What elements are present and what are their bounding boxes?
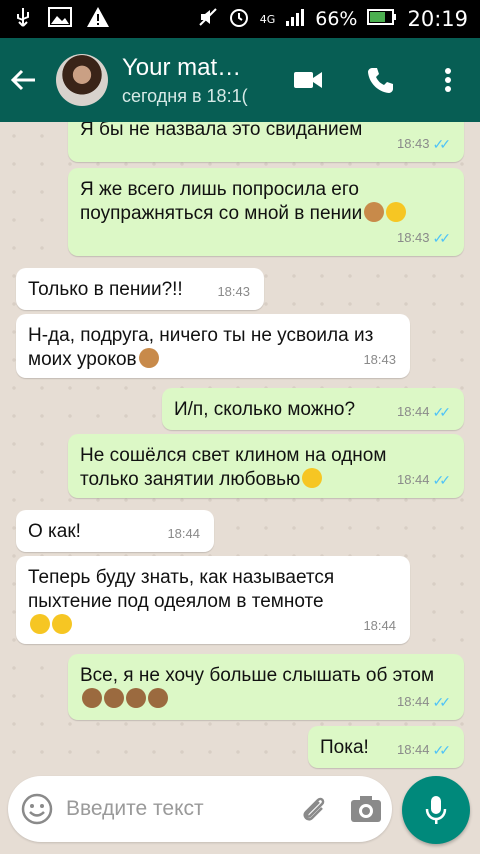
- message-time: 18:44: [363, 618, 396, 633]
- camera-icon: [351, 796, 381, 822]
- message-time: 18:43: [396, 136, 430, 151]
- message-outgoing[interactable]: И/п, сколько можно? 18:44 ✓✓: [162, 388, 464, 430]
- message-time: 18:43: [217, 284, 250, 299]
- camera-button[interactable]: [340, 776, 392, 842]
- message-incoming[interactable]: Только в пении?!! 18:43: [16, 268, 264, 310]
- usb-icon: [12, 6, 34, 32]
- signal-icon: [285, 7, 305, 32]
- message-text: Не сошёлся свет клином на одном только з…: [80, 445, 387, 490]
- back-button[interactable]: [0, 38, 46, 122]
- message-outgoing[interactable]: Не сошёлся свет клином на одном только з…: [68, 434, 464, 498]
- chat-header: Your mat… сегодня в 18:1(: [0, 38, 480, 122]
- message-time: 18:44: [167, 526, 200, 541]
- read-ticks-icon: ✓✓: [432, 230, 452, 246]
- message-outgoing[interactable]: Я же всего лишь попросила его поупражнят…: [68, 168, 464, 256]
- paperclip-icon: [303, 797, 325, 821]
- network-type: 4G: [259, 12, 276, 26]
- message-text: Я же всего лишь попросила его поупражнят…: [80, 179, 363, 224]
- menu-button[interactable]: [416, 38, 480, 122]
- message-text: Я бы не назвала это свиданием: [80, 122, 363, 140]
- read-ticks-icon: ✓✓: [432, 136, 452, 152]
- read-ticks-icon: ✓✓: [432, 694, 452, 710]
- phone-icon: [368, 68, 393, 93]
- mute-icon: [198, 7, 218, 32]
- message-text: Теперь буду знать, как называется пыхтен…: [28, 567, 335, 612]
- battery-icon: [367, 8, 397, 31]
- wink-tongue-emoji-icon: [52, 614, 72, 634]
- message-time: 18:43: [363, 352, 396, 367]
- battery-percent: 66%: [315, 8, 358, 30]
- status-bar: 4G 66% 20:19: [0, 0, 480, 38]
- message-time: 18:44: [396, 694, 430, 709]
- message-outgoing[interactable]: Пока! 18:44 ✓✓: [308, 726, 464, 768]
- image-icon: [48, 7, 72, 31]
- arrow-left-icon: [10, 69, 35, 91]
- voice-call-button[interactable]: [344, 38, 416, 122]
- grin-emoji-icon: [30, 614, 50, 634]
- read-ticks-icon: ✓✓: [432, 404, 452, 420]
- message-time: 18:44: [396, 404, 430, 419]
- blush-emoji-icon: [386, 202, 407, 222]
- message-outgoing[interactable]: Я бы не назвала это свиданием 18:43 ✓✓: [68, 122, 464, 162]
- see-no-evil-monkey-icon: [126, 688, 146, 708]
- more-vert-icon: [445, 68, 451, 92]
- message-text: Н-да, подруга, ничего ты не усвоила из м…: [28, 325, 374, 370]
- message-time: 18:43: [396, 230, 430, 245]
- message-text: И/п, сколько можно?: [174, 399, 356, 420]
- video-call-button[interactable]: [272, 38, 344, 122]
- message-text: Пока!: [320, 737, 369, 758]
- alarm-icon: [228, 6, 250, 33]
- message-outgoing[interactable]: Все, я не хочу больше слышать об этом 18…: [68, 654, 464, 720]
- message-time: 18:44: [396, 742, 430, 757]
- see-no-evil-monkey-icon: [82, 688, 102, 708]
- emoji-button[interactable]: [8, 776, 66, 842]
- message-list[interactable]: Я бы не назвала это свиданием 18:43 ✓✓ Я …: [0, 122, 480, 772]
- message-incoming[interactable]: Н-да, подруга, ничего ты не усвоила из м…: [16, 314, 410, 378]
- video-camera-icon: [294, 72, 322, 88]
- microphone-icon: [425, 796, 447, 824]
- warning-icon: [86, 6, 110, 32]
- shrug-emoji-icon: [364, 202, 385, 222]
- contact-name: Your mat…: [122, 53, 242, 81]
- message-input[interactable]: Введите текст: [66, 797, 288, 821]
- message-incoming[interactable]: Теперь буду знать, как называется пыхтен…: [16, 556, 410, 644]
- message-text: Только в пении?!!: [28, 279, 183, 300]
- message-text: О как!: [28, 521, 81, 542]
- read-ticks-icon: ✓✓: [432, 472, 452, 488]
- message-text: Все, я не хочу больше слышать об этом: [80, 665, 435, 686]
- contact-info[interactable]: Your mat… сегодня в 18:1(: [122, 54, 262, 107]
- smiley-icon: [21, 793, 53, 825]
- last-seen: сегодня в 18:1(: [122, 85, 248, 106]
- compose-bar: Введите текст: [8, 776, 392, 842]
- read-ticks-icon: ✓✓: [432, 742, 452, 758]
- expressionless-emoji-icon: [302, 468, 323, 488]
- see-no-evil-monkey-icon: [104, 688, 124, 708]
- clock: 20:19: [407, 7, 468, 31]
- voice-message-button[interactable]: [402, 776, 470, 844]
- message-incoming[interactable]: О как! 18:44: [16, 510, 214, 552]
- attach-button[interactable]: [288, 776, 340, 842]
- see-no-evil-monkey-icon: [148, 688, 168, 708]
- facepalm-emoji-icon: [138, 348, 159, 368]
- contact-avatar[interactable]: [56, 54, 108, 106]
- message-time: 18:44: [396, 472, 430, 487]
